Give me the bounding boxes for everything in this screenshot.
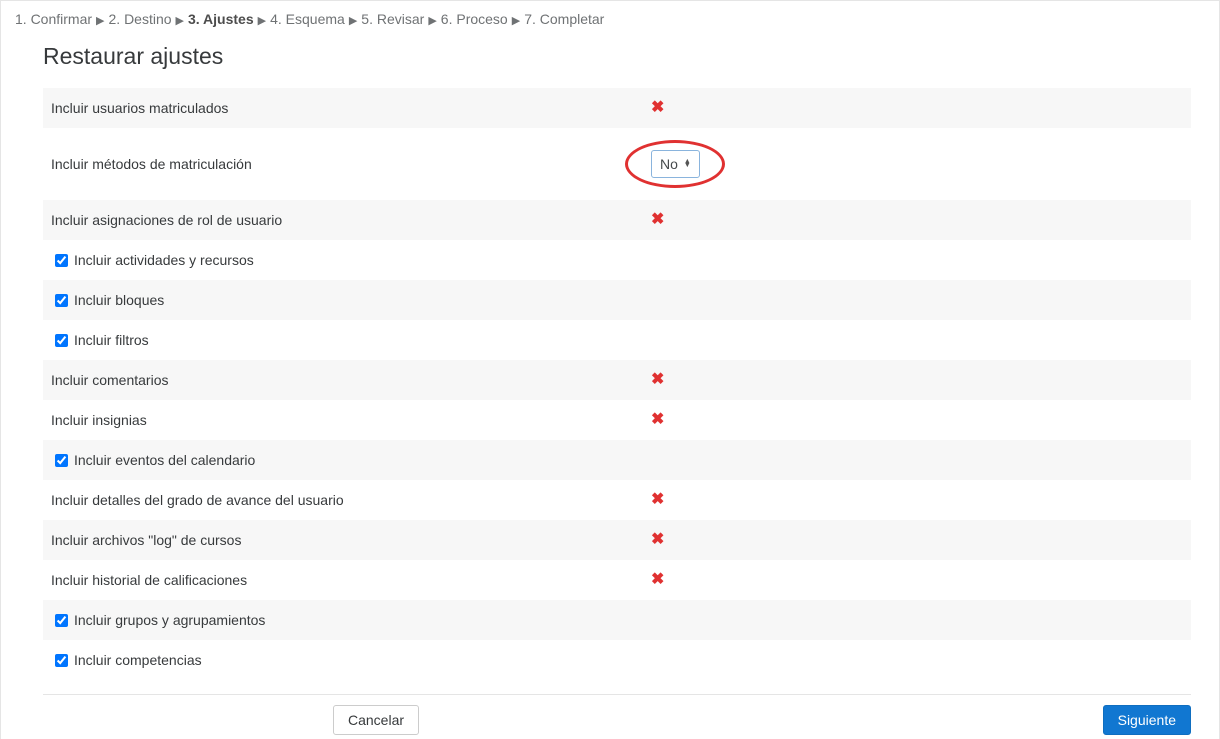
chevron-right-icon: ▶ [96,15,104,27]
x-icon: ✖ [651,212,664,228]
setting-row: Incluir grupos y agrupamientos [43,600,1191,640]
setting-row: Incluir detalles del grado de avance del… [43,480,1191,520]
setting-label: Incluir eventos del calendario [74,452,255,468]
chevron-right-icon: ▶ [512,15,520,27]
setting-label: Incluir comentarios [51,372,169,388]
setting-label: Incluir métodos de matriculación [51,156,252,172]
divider [43,694,1191,695]
setting-label: Incluir archivos "log" de cursos [51,532,241,548]
setting-label: Incluir bloques [74,292,164,308]
setting-label: Incluir insignias [51,412,147,428]
setting-row: Incluir insignias ✖ [43,400,1191,440]
setting-row: Incluir competencias [43,640,1191,680]
next-button[interactable]: Siguiente [1103,705,1191,735]
step-revisar: 5. Revisar [361,11,424,27]
setting-label: Incluir asignaciones de rol de usuario [51,212,282,228]
chevron-right-icon: ▶ [176,15,184,27]
setting-label: Incluir usuarios matriculados [51,100,228,116]
step-esquema: 4. Esquema [270,11,345,27]
step-ajustes: 3. Ajustes [188,11,254,27]
setting-label: Incluir filtros [74,332,149,348]
select-value: No [660,156,678,172]
x-icon: ✖ [651,100,664,116]
setting-row: Incluir actividades y recursos [43,240,1191,280]
setting-row: Incluir filtros [43,320,1191,360]
setting-label: Incluir competencias [74,652,202,668]
setting-row: Incluir comentarios ✖ [43,360,1191,400]
setting-label: Incluir historial de calificaciones [51,572,247,588]
x-icon: ✖ [651,372,664,388]
sort-icon: ▲▼ [684,160,691,168]
setting-row: Incluir bloques [43,280,1191,320]
chevron-right-icon: ▶ [258,15,266,27]
enrol-methods-select[interactable]: No ▲▼ [651,150,700,178]
x-icon: ✖ [651,492,664,508]
checkbox[interactable] [55,334,68,347]
step-proceso: 6. Proceso [441,11,508,27]
step-completar: 7. Completar [524,11,604,27]
step-destino: 2. Destino [109,11,172,27]
page-title: Restaurar ajustes [43,43,1191,70]
setting-label: Incluir detalles del grado de avance del… [51,492,344,508]
checkbox[interactable] [55,294,68,307]
x-icon: ✖ [651,572,664,588]
breadcrumb: 1. Confirmar ▶ 2. Destino ▶ 3. Ajustes ▶ 4. Es… [1,1,1219,33]
x-icon: ✖ [651,532,664,548]
setting-row: Incluir usuarios matriculados ✖ [43,88,1191,128]
setting-row: Incluir métodos de matriculación No ▲▼ [43,128,1191,200]
chevron-right-icon: ▶ [349,15,357,27]
setting-row: Incluir asignaciones de rol de usuario ✖ [43,200,1191,240]
setting-row: Incluir archivos "log" de cursos ✖ [43,520,1191,560]
checkbox[interactable] [55,614,68,627]
setting-label: Incluir actividades y recursos [74,252,254,268]
cancel-button[interactable]: Cancelar [333,705,419,735]
step-confirmar: 1. Confirmar [15,11,92,27]
setting-label: Incluir grupos y agrupamientos [74,612,265,628]
checkbox[interactable] [55,254,68,267]
checkbox[interactable] [55,454,68,467]
checkbox[interactable] [55,654,68,667]
setting-row: Incluir eventos del calendario [43,440,1191,480]
chevron-right-icon: ▶ [428,15,436,27]
setting-row: Incluir historial de calificaciones ✖ [43,560,1191,600]
x-icon: ✖ [651,412,664,428]
